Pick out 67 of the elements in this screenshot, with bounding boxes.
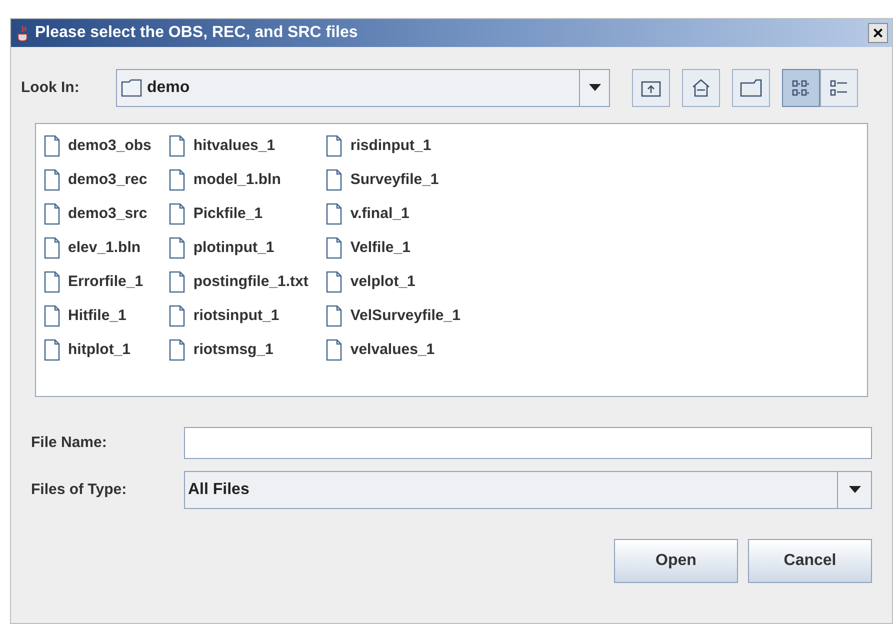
file-icon: [169, 305, 186, 327]
file-icon: [169, 271, 186, 293]
file-item[interactable]: Velfile_1: [326, 231, 464, 265]
file-item[interactable]: Errorfile_1: [44, 265, 156, 299]
window-title: Please select the OBS, REC, and SRC files: [35, 23, 359, 43]
file-icon: [44, 135, 60, 157]
file-item[interactable]: demo3_obs: [44, 129, 156, 163]
file-icon: [44, 271, 60, 293]
file-icon: [44, 305, 60, 327]
file-icon: [326, 339, 342, 361]
folder-name: demo: [147, 78, 190, 98]
file-type-label: Files of Type:: [31, 480, 128, 500]
close-button[interactable]: ×: [868, 23, 888, 43]
file-icon: [326, 169, 342, 191]
view-toggle-button[interactable]: [782, 69, 820, 107]
file-icon: [326, 203, 342, 225]
look-in-dropdown[interactable]: demo: [116, 69, 610, 107]
dropdown-arrow-icon: [848, 486, 860, 494]
file-type-value: All Files: [187, 480, 250, 500]
file-icon: [169, 339, 186, 361]
file-icon: [169, 169, 186, 191]
toolbar-button[interactable]: [632, 69, 670, 107]
file-item[interactable]: risdinput_1: [326, 129, 464, 163]
file-item[interactable]: postingfile_1.txt: [169, 265, 312, 299]
file-icon: [326, 271, 342, 293]
file-item[interactable]: Pickfile_1: [169, 197, 312, 231]
file-item[interactable]: Hitfile_1: [44, 299, 156, 333]
file-item[interactable]: hitplot_1: [44, 333, 156, 367]
file-icon: [44, 339, 60, 361]
dropdown-arrow-icon: [588, 84, 600, 92]
file-item[interactable]: riotsmsg_1: [169, 333, 312, 367]
folder-icon: [121, 79, 143, 97]
toolbar-button[interactable]: [682, 69, 720, 107]
file-item[interactable]: elev_1.bln: [44, 231, 156, 265]
file-icon: [169, 203, 186, 225]
folder-icon: [740, 79, 762, 97]
home-icon: [691, 78, 711, 98]
details-view-icon: [830, 79, 848, 97]
file-icon: [169, 237, 186, 259]
file-name-label: File Name:: [31, 432, 108, 453]
file-item[interactable]: velplot_1: [326, 265, 464, 299]
open-button[interactable]: Open: [614, 539, 738, 583]
file-icon: [326, 135, 342, 157]
cancel-button[interactable]: Cancel: [748, 539, 872, 583]
file-name-field[interactable]: [184, 427, 872, 459]
folder-up-icon: [641, 79, 661, 97]
file-icon: [44, 203, 60, 225]
file-item[interactable]: plotinput_1: [169, 231, 312, 265]
file-icon: [44, 237, 60, 259]
look-in-label: Look In:: [21, 78, 80, 98]
file-item[interactable]: model_1.bln: [169, 163, 312, 197]
file-item[interactable]: riotsinput_1: [169, 299, 312, 333]
file-icon: [169, 135, 186, 157]
file-item[interactable]: VelSurveyfile_1: [326, 299, 464, 333]
file-item[interactable]: v.final_1: [326, 197, 464, 231]
file-item[interactable]: hitvalues_1: [169, 129, 312, 163]
file-icon: [44, 169, 60, 191]
file-type-dropdown[interactable]: All Files: [184, 471, 872, 509]
file-icon: [326, 237, 342, 259]
file-item[interactable]: velvalues_1: [326, 333, 464, 367]
file-item[interactable]: Surveyfile_1: [326, 163, 464, 197]
file-item[interactable]: demo3_rec: [44, 163, 156, 197]
view-toggle-button[interactable]: [820, 69, 858, 107]
file-icon: [326, 305, 342, 327]
list-view-icon: [792, 79, 810, 97]
toolbar-button[interactable]: [732, 69, 770, 107]
file-item[interactable]: demo3_src: [44, 197, 156, 231]
